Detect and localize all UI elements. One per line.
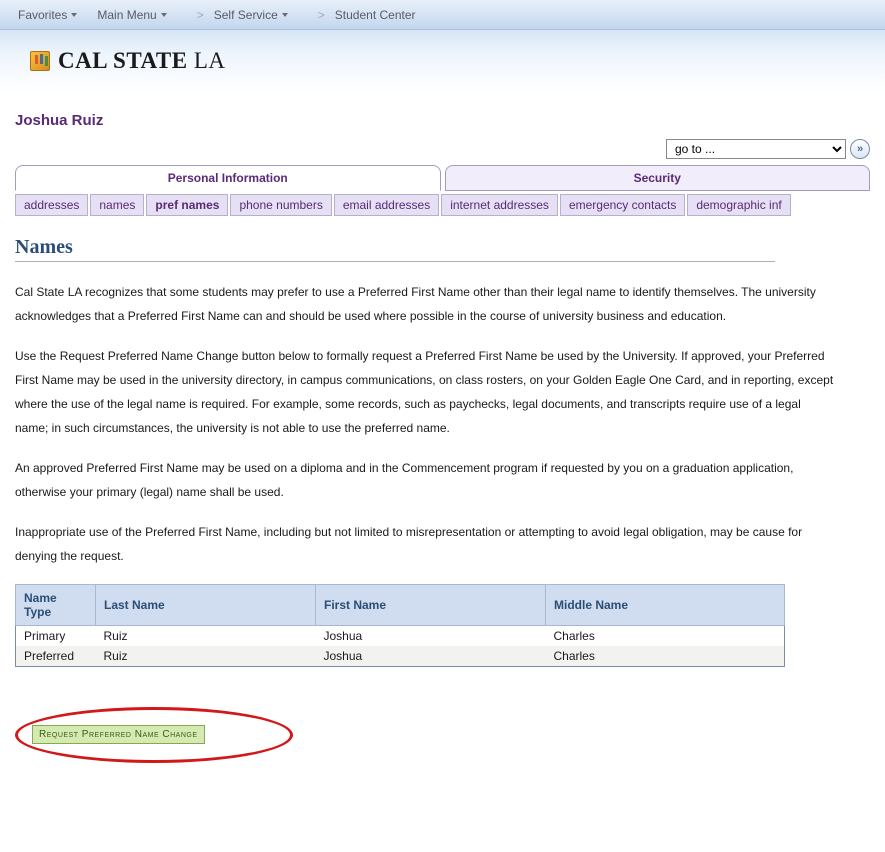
go-double-arrow-icon: » <box>857 143 863 155</box>
chevron-down-icon <box>71 13 77 17</box>
table-row: Preferred Ruiz Joshua Charles <box>16 646 785 667</box>
subtab-phone-numbers[interactable]: phone numbers <box>230 194 331 216</box>
paragraph: An approved Preferred First Name may be … <box>15 456 835 504</box>
subtab-internet-addresses[interactable]: internet addresses <box>441 194 558 216</box>
breadcrumb-nav: Favorites Main Menu > Self Service > Stu… <box>0 0 885 30</box>
student-name: Joshua Ruiz <box>15 112 870 129</box>
paragraph: Use the Request Preferred Name Change bu… <box>15 344 835 440</box>
tab-security[interactable]: Security <box>445 165 871 191</box>
sub-tabs: addresses names pref names phone numbers… <box>15 194 870 216</box>
nav-favorites-label: Favorites <box>18 8 67 22</box>
subtab-email-addresses[interactable]: email addresses <box>334 194 439 216</box>
content: Joshua Ruiz go to ... » Personal Informa… <box>0 92 885 807</box>
breadcrumb-sep-icon: > <box>197 8 204 22</box>
goto-row: go to ... » <box>15 139 870 159</box>
cell-last: Ruiz <box>96 626 316 647</box>
page-title: Names <box>15 236 775 262</box>
nav-student-center[interactable]: Student Center <box>335 8 416 22</box>
subtab-demographic[interactable]: demographic inf <box>687 194 790 216</box>
nav-main-menu[interactable]: Main Menu <box>97 8 166 22</box>
subtab-label: emergency contacts <box>569 198 676 212</box>
tab-personal-information[interactable]: Personal Information <box>15 165 441 191</box>
table-row: Primary Ruiz Joshua Charles <box>16 626 785 647</box>
col-first-name: First Name <box>316 585 546 626</box>
subtab-label: names <box>99 198 135 212</box>
logo-text: CAL STATE LA <box>58 48 225 74</box>
tab-label: Personal Information <box>168 171 288 185</box>
go-button[interactable]: » <box>850 139 870 159</box>
nav-self-service-label: Self Service <box>214 8 278 22</box>
main-tabs: Personal Information Security <box>15 165 870 191</box>
breadcrumb-sep-icon: > <box>318 8 325 22</box>
col-name-type: Name Type <box>16 585 96 626</box>
cell-middle: Charles <box>546 626 785 647</box>
subtab-label: email addresses <box>343 198 430 212</box>
subtab-names[interactable]: names <box>90 194 144 216</box>
cell-type: Preferred <box>16 646 96 667</box>
subtab-label: pref names <box>155 198 219 212</box>
col-last-name: Last Name <box>96 585 316 626</box>
nav-favorites[interactable]: Favorites <box>18 8 77 22</box>
tab-label: Security <box>634 171 681 185</box>
cell-first: Joshua <box>316 646 546 667</box>
nav-student-center-label: Student Center <box>335 8 416 22</box>
chevron-down-icon <box>282 13 288 17</box>
logo-bold: CAL STATE <box>58 48 188 73</box>
subtab-pref-names[interactable]: pref names <box>146 194 228 216</box>
names-table: Name Type Last Name First Name Middle Na… <box>15 584 785 667</box>
subtab-addresses[interactable]: addresses <box>15 194 88 216</box>
table-header-row: Name Type Last Name First Name Middle Na… <box>16 585 785 626</box>
action-area: Request Preferred Name Change <box>15 707 295 767</box>
subtab-label: demographic inf <box>696 198 781 212</box>
paragraph: Cal State LA recognizes that some studen… <box>15 280 835 328</box>
body-text: Cal State LA recognizes that some studen… <box>15 280 870 568</box>
subtab-label: phone numbers <box>239 198 322 212</box>
subtab-label: internet addresses <box>450 198 549 212</box>
nav-self-service[interactable]: Self Service <box>214 8 288 22</box>
subtab-emergency-contacts[interactable]: emergency contacts <box>560 194 685 216</box>
cell-type: Primary <box>16 626 96 647</box>
calstate-logo-icon <box>30 51 50 71</box>
goto-select[interactable]: go to ... <box>666 139 846 159</box>
logo-light: LA <box>188 48 226 73</box>
nav-main-menu-label: Main Menu <box>97 8 156 22</box>
paragraph: Inappropriate use of the Preferred First… <box>15 520 835 568</box>
cell-last: Ruiz <box>96 646 316 667</box>
col-middle-name: Middle Name <box>546 585 785 626</box>
subtab-label: addresses <box>24 198 79 212</box>
header: CAL STATE LA <box>0 30 885 92</box>
cell-middle: Charles <box>546 646 785 667</box>
cell-first: Joshua <box>316 626 546 647</box>
request-preferred-name-change-button[interactable]: Request Preferred Name Change <box>32 725 205 744</box>
chevron-down-icon <box>161 13 167 17</box>
